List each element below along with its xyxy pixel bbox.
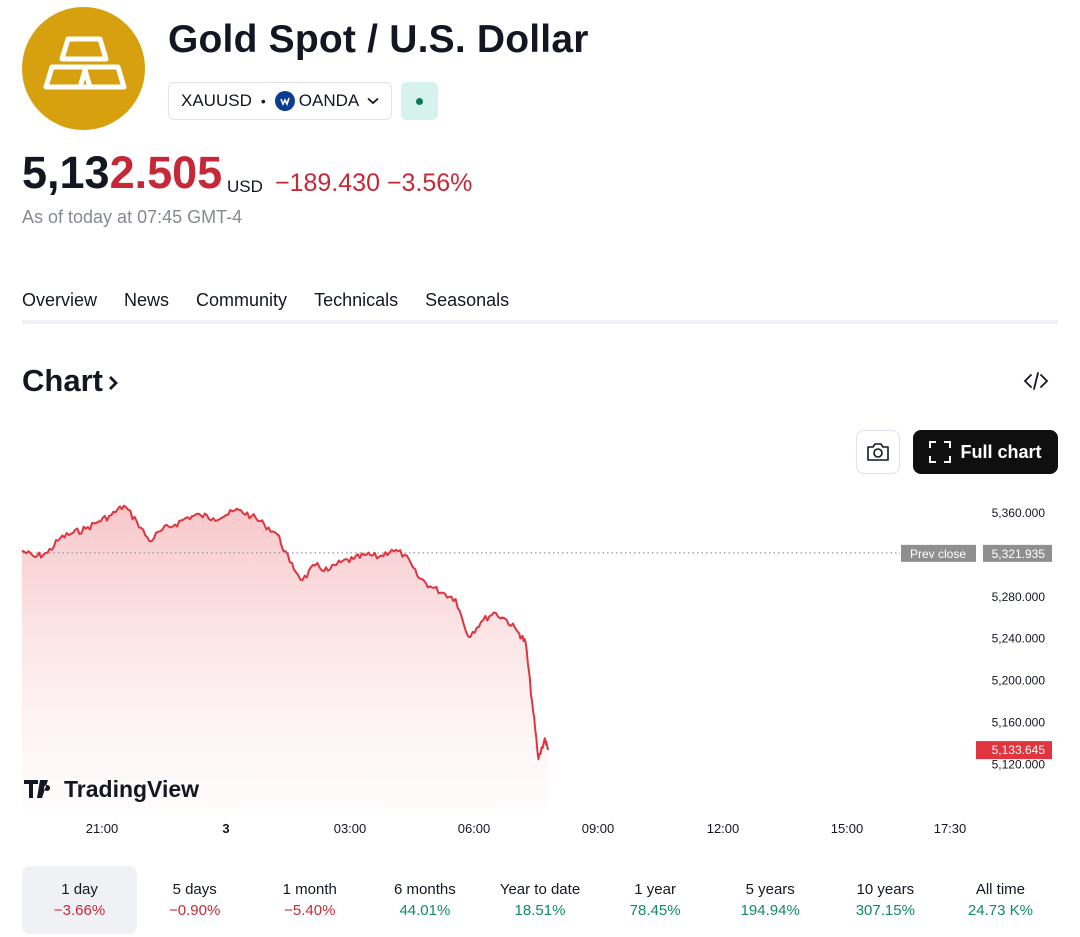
period-value: 307.15% bbox=[855, 902, 915, 919]
period-all-time[interactable]: All time 24.73 K% bbox=[943, 866, 1058, 934]
tab-overview[interactable]: Overview bbox=[22, 290, 98, 324]
page-title: Gold Spot / U.S. Dollar bbox=[168, 18, 589, 61]
period-label: 10 years bbox=[856, 881, 915, 898]
period-label: 5 days bbox=[172, 881, 217, 898]
x-tick-label: 12:00 bbox=[707, 821, 740, 836]
market-status-badge[interactable] bbox=[401, 82, 438, 120]
price-highlight: 2.505 bbox=[109, 147, 223, 198]
period-label: 5 years bbox=[745, 881, 795, 898]
market-open-dot bbox=[416, 97, 423, 105]
chart-heading-link[interactable]: Chart bbox=[22, 363, 119, 399]
y-tick-label: 5,160.000 bbox=[992, 716, 1046, 730]
period-1-year[interactable]: 1 year 78.45% bbox=[598, 866, 713, 934]
chevron-right-icon bbox=[108, 376, 118, 390]
separator-dot: • bbox=[260, 93, 266, 109]
period-value: 18.51% bbox=[514, 902, 566, 919]
period-label: 1 year bbox=[634, 881, 676, 898]
period-label: 6 months bbox=[394, 881, 456, 898]
y-tick-label: 5,200.000 bbox=[992, 674, 1046, 688]
price-main: 5,13 bbox=[22, 147, 110, 198]
period-value: 78.45% bbox=[629, 902, 681, 919]
price-currency: USD bbox=[227, 177, 263, 196]
tabs-divider bbox=[22, 320, 1058, 324]
period-value: 24.73 K% bbox=[967, 902, 1033, 919]
period-1-day[interactable]: 1 day −3.66% bbox=[22, 866, 138, 934]
period-5-days[interactable]: 5 days −0.90% bbox=[137, 866, 252, 934]
period-label: 1 day bbox=[61, 881, 98, 898]
period-1-month[interactable]: 1 month −5.40% bbox=[252, 866, 367, 934]
symbol-exchange-selector[interactable]: XAUUSD • OANDA bbox=[168, 82, 392, 120]
period-label: All time bbox=[975, 881, 1026, 898]
period-value: 194.94% bbox=[740, 902, 800, 919]
chevron-down-icon bbox=[367, 97, 379, 105]
symbol-label: XAUUSD bbox=[181, 91, 252, 110]
period-year-to-date[interactable]: Year to date 18.51% bbox=[482, 866, 597, 934]
last-price-label: 5,133.645 bbox=[992, 743, 1046, 757]
section-tabs: Overview News Community Technicals Seaso… bbox=[22, 290, 536, 324]
change-absolute: −189.430 bbox=[275, 169, 380, 197]
tab-technicals[interactable]: Technicals bbox=[314, 290, 398, 324]
period-6-months[interactable]: 6 months 44.01% bbox=[367, 866, 482, 934]
gold-bars-icon bbox=[22, 7, 145, 130]
period-value: 44.01% bbox=[399, 902, 451, 919]
period-value: −3.66% bbox=[53, 902, 106, 919]
period-label: 1 month bbox=[282, 881, 337, 898]
x-tick-label: 03:00 bbox=[334, 821, 367, 836]
period-label: Year to date bbox=[499, 881, 581, 898]
quote-timestamp: As of today at 07:45 GMT-4 bbox=[22, 207, 243, 227]
x-tick-label: 21:00 bbox=[86, 821, 119, 836]
y-tick-label: 5,280.000 bbox=[992, 590, 1046, 604]
tab-seasonals[interactable]: Seasonals bbox=[425, 290, 509, 324]
x-tick-label: 09:00 bbox=[582, 821, 615, 836]
chart-heading-label: Chart bbox=[22, 363, 103, 398]
performance-periods: 1 day −3.66% 5 days −0.90% 1 month −5.40% 6… bbox=[22, 866, 1058, 934]
x-tick-label: 15:00 bbox=[831, 821, 864, 836]
full-chart-label: Full chart bbox=[960, 441, 1042, 462]
tab-community[interactable]: Community bbox=[196, 290, 287, 324]
oanda-icon bbox=[274, 91, 295, 111]
snapshot-button[interactable] bbox=[856, 430, 900, 474]
last-price: 5,132.505 bbox=[22, 150, 222, 195]
code-icon[interactable] bbox=[1022, 368, 1050, 394]
x-tick-label: 17:30 bbox=[934, 821, 967, 836]
tab-news[interactable]: News bbox=[124, 290, 169, 324]
price-chart[interactable]: 5,360.000 5,280.000 5,240.000 5,200.000 5,16… bbox=[0, 480, 1080, 845]
y-tick-label: 5,240.000 bbox=[992, 632, 1046, 646]
x-tick-label: 3 bbox=[222, 821, 229, 836]
full-chart-button[interactable]: Full chart bbox=[913, 430, 1058, 474]
period-value: −5.40% bbox=[284, 902, 336, 919]
period-10-years[interactable]: 10 years 307.15% bbox=[828, 866, 943, 934]
period-value: −0.90% bbox=[169, 902, 221, 919]
camera-icon bbox=[867, 443, 889, 461]
exchange-label: OANDA bbox=[298, 91, 360, 110]
watermark-text: TradingView bbox=[64, 776, 199, 802]
x-tick-label: 06:00 bbox=[458, 821, 491, 836]
change-percent: −3.56% bbox=[386, 169, 473, 197]
prev-close-value: 5,321.935 bbox=[992, 547, 1046, 561]
fullscreen-icon bbox=[929, 441, 952, 463]
y-tick-label: 5,360.000 bbox=[992, 506, 1046, 520]
y-tick-label: 5,120.000 bbox=[992, 757, 1046, 771]
prev-close-label: Prev close bbox=[910, 547, 966, 561]
period-5-years[interactable]: 5 years 194.94% bbox=[713, 866, 828, 934]
price-change: −189.430 −3.56% bbox=[275, 169, 472, 198]
